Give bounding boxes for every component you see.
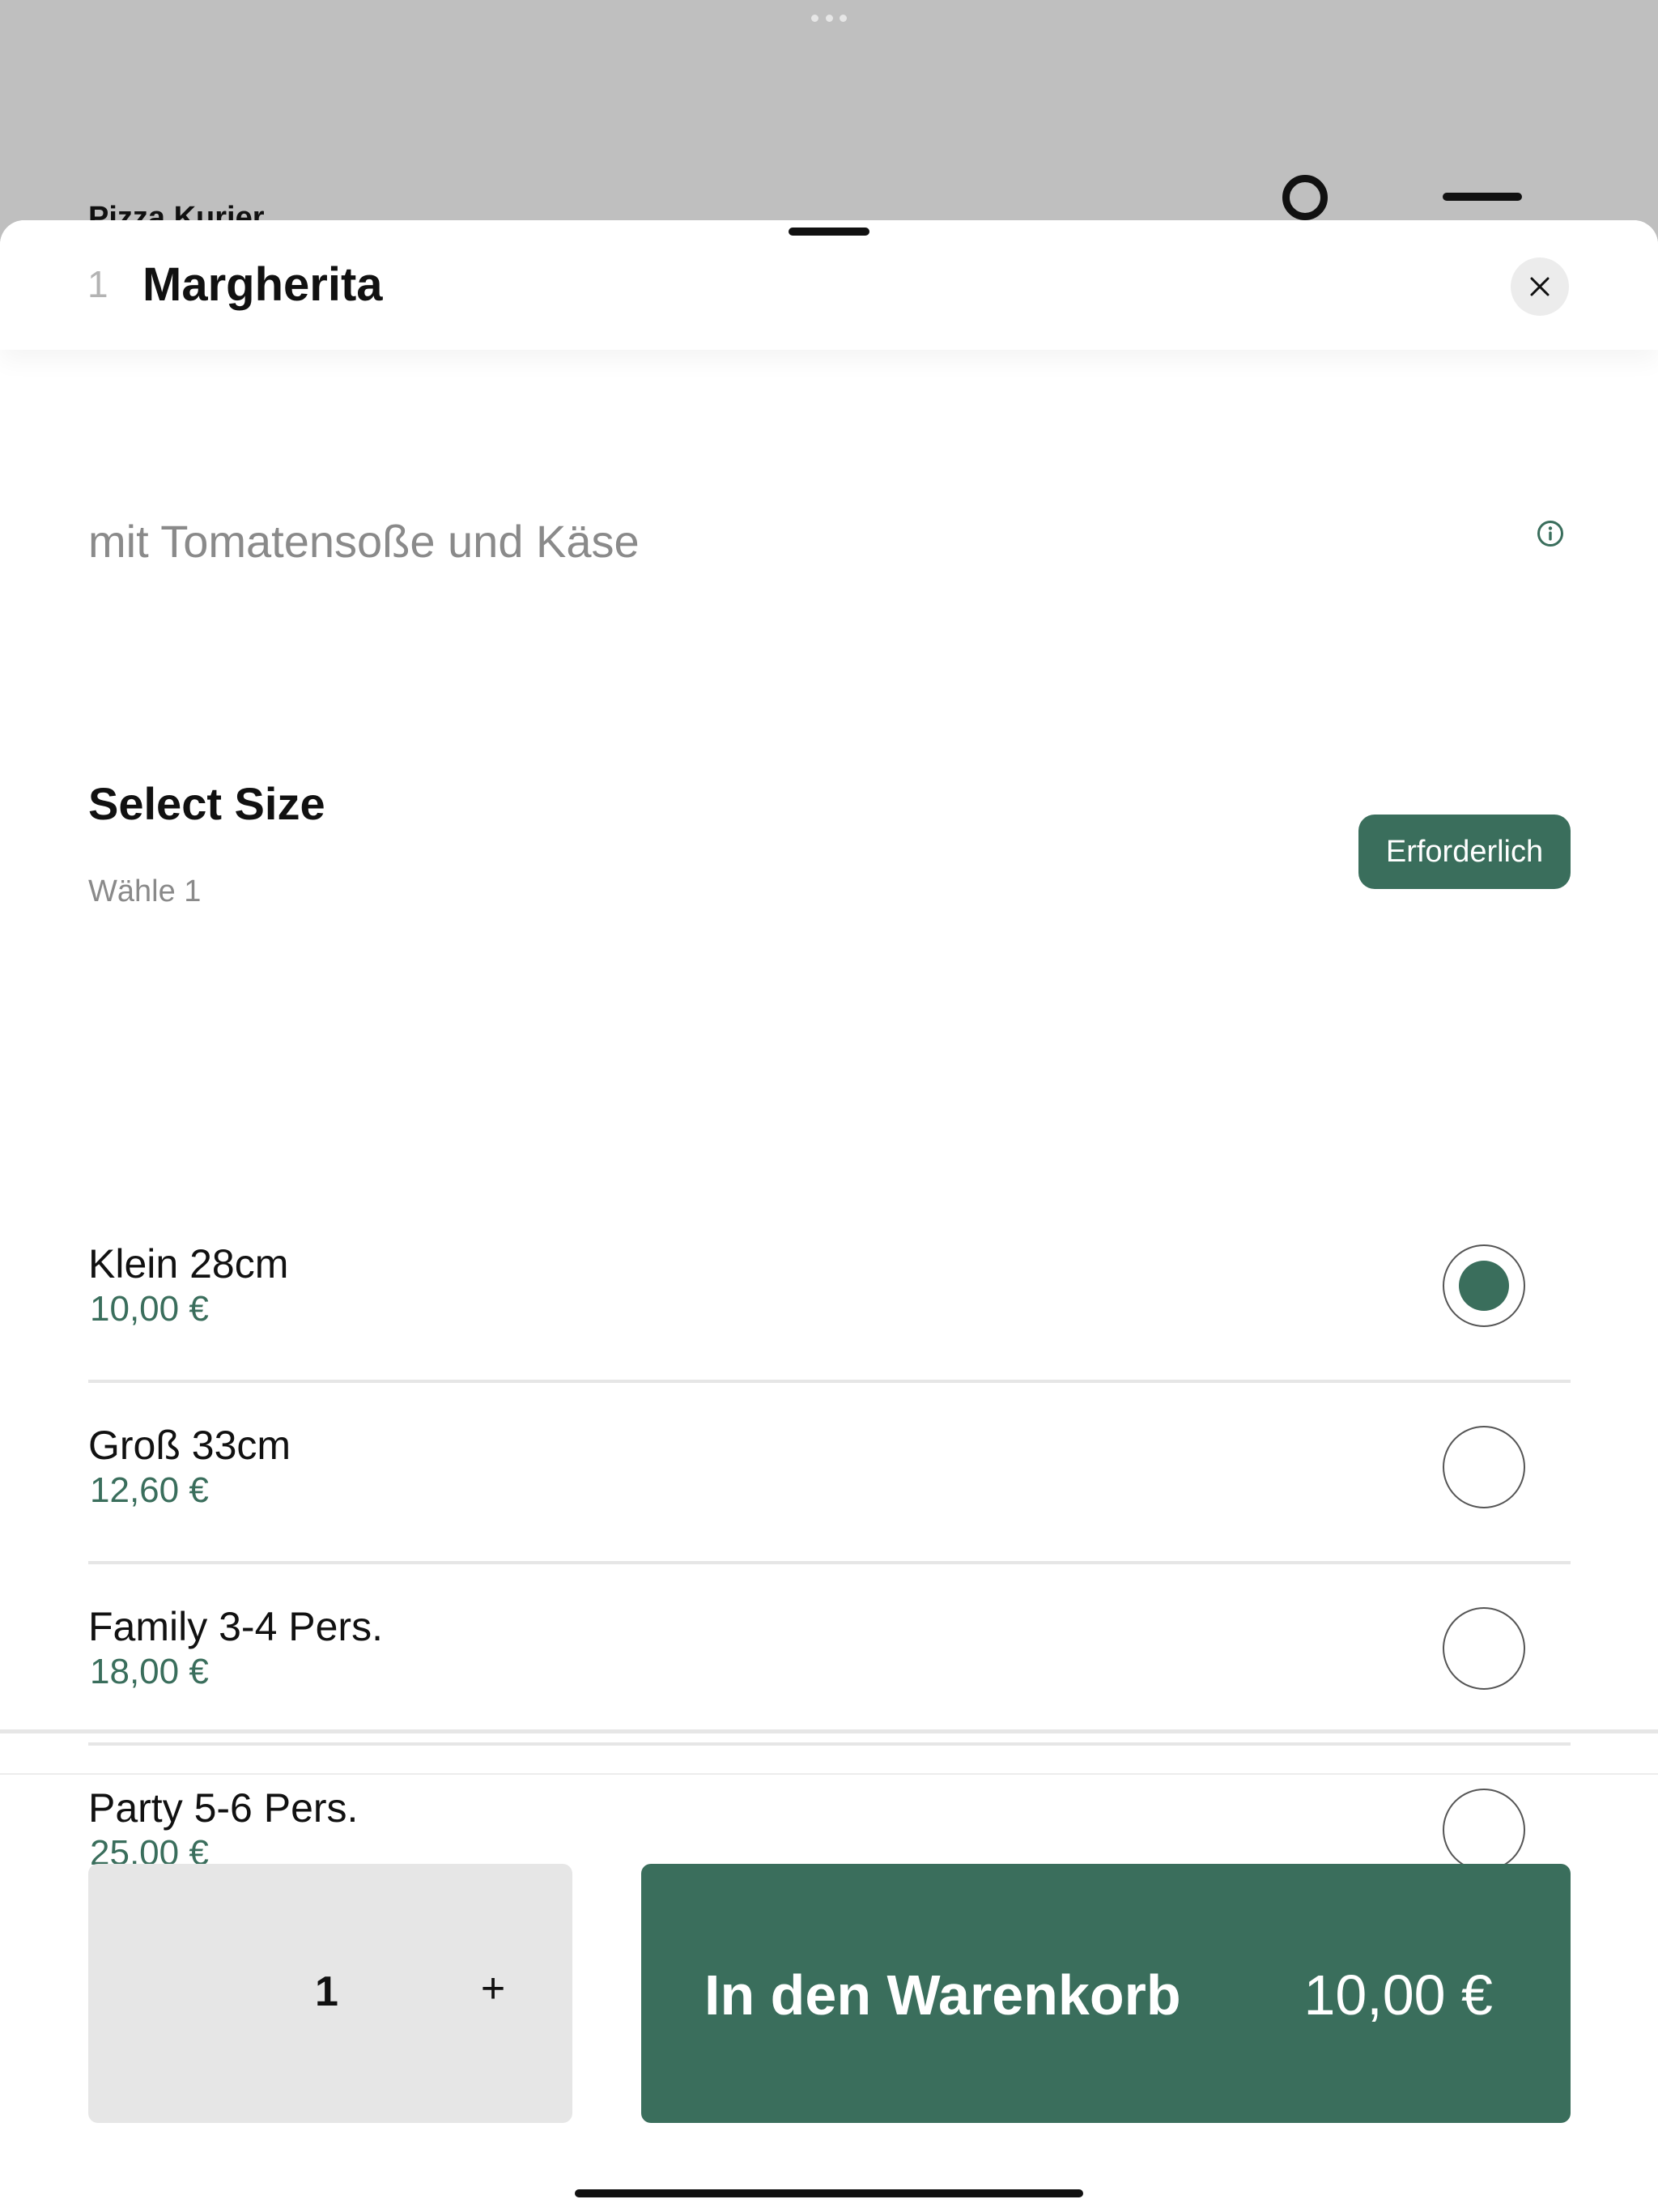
quantity-value: 1 [315,1968,338,2015]
product-sheet: 1 Margherita mit Tomatensoße und Käse Se… [0,220,1658,2212]
close-icon [1530,277,1550,296]
size-option-gross[interactable]: Groß 33cm 12,60 € [88,1383,1571,1564]
background-app: Pizza Kurier [0,0,1658,243]
close-button[interactable] [1511,257,1569,316]
size-option-family[interactable]: Family 3-4 Pers. 18,00 € [88,1564,1571,1746]
option-label: Klein 28cm [88,1241,289,1287]
add-to-cart-button[interactable]: In den Warenkorb 10,00 € [641,1864,1571,2123]
size-option-klein[interactable]: Klein 28cm 10,00 € [88,1202,1571,1383]
quantity-stepper: 1 + [88,1864,572,2123]
item-description: mit Tomatensoße und Käse [88,516,640,567]
size-options-list: Klein 28cm 10,00 € Groß 33cm 12,60 € Fam… [88,1202,1571,1927]
menu-icon [1443,193,1522,201]
option-price: 10,00 € [90,1289,209,1329]
divider [0,1729,1658,1733]
option-price: 18,00 € [90,1652,209,1691]
multitasking-dots-icon[interactable] [811,15,847,23]
divider [0,1773,1658,1775]
account-icon [1282,175,1328,220]
option-price: 12,60 € [90,1470,209,1510]
quantity-plus-button[interactable]: + [469,1964,517,2013]
option-label: Family 3-4 Pers. [88,1604,383,1649]
item-number: 1 [87,263,108,305]
section-title: Select Size [88,778,325,829]
option-label: Groß 33cm [88,1423,291,1468]
sheet-grabber[interactable] [789,228,869,236]
item-name: Margherita [142,258,383,311]
sheet-header: 1 Margherita [0,220,1658,350]
radio-button[interactable] [1443,1607,1525,1690]
home-indicator[interactable] [575,2189,1083,2197]
info-icon[interactable] [1537,520,1564,547]
add-to-cart-label: In den Warenkorb [704,1963,1181,2027]
required-badge: Erforderlich [1358,815,1571,889]
radio-button[interactable] [1443,1789,1525,1871]
add-to-cart-price: 10,00 € [1303,1963,1493,2027]
section-subtitle: Wähle 1 [88,874,202,908]
option-label: Party 5-6 Pers. [88,1785,359,1831]
radio-button[interactable] [1443,1426,1525,1508]
radio-button-selected[interactable] [1443,1244,1525,1327]
